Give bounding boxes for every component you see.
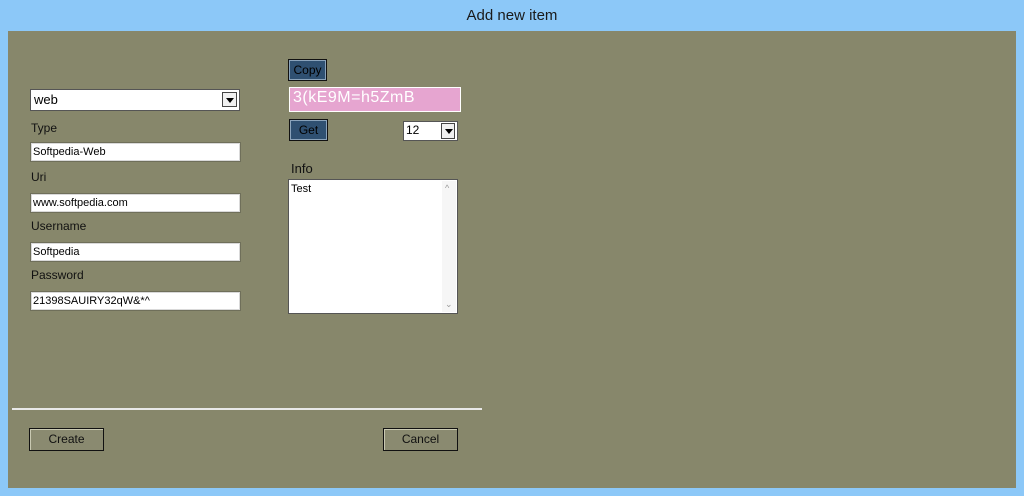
info-scrollbar[interactable]: ^ ⌄ <box>442 181 456 312</box>
create-button[interactable]: Create <box>29 428 104 451</box>
password-field[interactable]: 21398SAUIRY32qW&*^ <box>30 291 241 311</box>
type-field[interactable]: Softpedia-Web <box>30 142 241 162</box>
chevron-down-icon[interactable] <box>222 92 237 107</box>
get-button[interactable]: Get <box>289 119 328 141</box>
type-label: Type <box>31 121 58 135</box>
window-title: Add new item <box>466 7 558 24</box>
title-bar: Add new item <box>0 0 1024 31</box>
length-select[interactable]: 12 <box>403 121 458 141</box>
cancel-button[interactable]: Cancel <box>383 428 458 451</box>
scroll-up-icon[interactable]: ^ <box>445 183 449 193</box>
length-select-value: 12 <box>406 123 420 137</box>
uri-label: Uri <box>31 170 47 184</box>
item-type-select-value: web <box>34 92 58 107</box>
info-label: Info <box>291 161 313 176</box>
password-label: Password <box>31 268 84 282</box>
info-text: Test <box>291 183 312 195</box>
scroll-down-icon[interactable]: ⌄ <box>445 299 453 310</box>
chevron-down-icon[interactable] <box>441 123 455 139</box>
generated-password-field[interactable]: 3(kE9M=h5ZmB <box>289 87 461 112</box>
username-field[interactable]: Softpedia <box>30 242 241 262</box>
dialog-body: web Type Softpedia-Web Uri www.softpedia… <box>8 31 1016 488</box>
footer-divider <box>12 408 482 410</box>
item-type-select[interactable]: web <box>30 89 240 111</box>
uri-field[interactable]: www.softpedia.com <box>30 193 241 213</box>
copy-button[interactable]: Copy <box>288 59 327 81</box>
info-textarea[interactable]: Test ^ ⌄ <box>288 179 458 314</box>
username-label: Username <box>31 219 87 233</box>
